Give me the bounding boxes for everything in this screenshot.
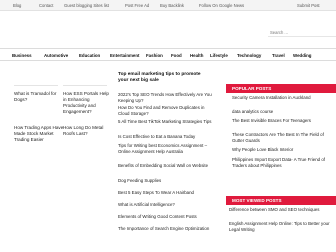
popular-posts-heading: POPULAR POSTS — [226, 84, 336, 93]
nav-item-entertainment[interactable]: Entertainment — [110, 53, 140, 58]
post-link-ess-portals[interactable]: How ESS Portals Help in Enhancing Produc… — [63, 91, 113, 115]
list-item[interactable]: Best 5 Easy Steps To Wear A Hairband — [118, 190, 214, 196]
nav-item-travel[interactable]: Travel — [272, 53, 285, 58]
list-item[interactable]: The Best Invisible Braces For Teenagers — [226, 118, 336, 124]
left-divider — [14, 85, 58, 86]
top-utility-bar: Blog Contact Guest blogging Sites list P… — [0, 0, 336, 11]
list-item[interactable]: Philippines Import Export Data- A True F… — [226, 157, 336, 168]
list-item[interactable]: The Importance of Search Engine Optimiza… — [118, 226, 214, 232]
nav-item-education[interactable]: Education — [79, 53, 100, 58]
topbar-link-google-news[interactable]: Follow On Google News — [199, 3, 244, 8]
list-item[interactable]: Is Cost Effective to Eat a Banana Today — [118, 134, 214, 140]
nav-item-fashion[interactable]: Fashion — [146, 53, 163, 58]
nav-item-wedding[interactable]: Wedding — [293, 53, 311, 58]
list-item[interactable]: English Assignment Help Online: Tips to … — [226, 221, 336, 232]
list-item[interactable]: 5 All Time Best TikTok Marketing Strateg… — [118, 119, 214, 125]
post-link-tramadol[interactable]: What is Tramadol for Dogs? — [14, 91, 64, 103]
nav-item-health[interactable]: Health — [190, 53, 203, 58]
list-item[interactable]: Dog Feeding Supplies — [118, 178, 214, 184]
list-item[interactable]: Difference between SMO and SEO technique… — [226, 207, 336, 213]
list-item[interactable]: 2022's Top SEO Trends How Effectively Ar… — [118, 92, 214, 103]
nav-item-lifestyle[interactable]: Lifestyle — [210, 53, 228, 58]
left-divider-2 — [63, 85, 107, 86]
topbar-link-post-free-ad[interactable]: Post Free Ad — [125, 3, 149, 8]
post-link-metal-roofs[interactable]: How Long Do Metal Roofs Last? — [63, 125, 113, 137]
topbar-link-blog[interactable]: Blog — [13, 3, 21, 8]
topbar-link-guest-blogging[interactable]: Guest blogging Sites list — [64, 3, 109, 8]
nav-item-automotive[interactable]: Automotive — [44, 53, 68, 58]
topbar-link-buy-backlink[interactable]: Buy Backlink — [160, 3, 184, 8]
featured-post-title[interactable]: Top email marketing tips to promote your… — [118, 72, 210, 84]
list-item[interactable]: Why People Love Black Interior — [226, 147, 336, 153]
post-link-trading-apps[interactable]: How Trading Apps Have Made Stock Market … — [14, 125, 64, 143]
list-item[interactable]: Tips for Writing best Economics Assignme… — [118, 143, 214, 154]
most-viewed-heading: MOST VIEWED POSTS — [226, 196, 336, 205]
list-item[interactable]: Security Camera Installation in Auckland — [226, 95, 336, 101]
search-box — [268, 28, 336, 37]
topbar-link-contact[interactable]: Contact — [39, 3, 53, 8]
search-input[interactable] — [268, 28, 336, 37]
list-item[interactable]: data analytics course — [226, 109, 336, 115]
list-item[interactable]: How Do You Find and Remove Duplicates in… — [118, 105, 214, 116]
list-item[interactable]: Benefits of Embedding Social Wall on Web… — [118, 163, 214, 169]
list-item[interactable]: Elements of Writing Good Content Posts — [118, 214, 214, 220]
nav-item-business[interactable]: Business — [12, 53, 32, 58]
nav-item-food[interactable]: Food — [171, 53, 182, 58]
topbar-link-submit-post[interactable]: Submit Post — [297, 3, 320, 8]
category-nav: Business Automotive Education Entertainm… — [0, 48, 336, 61]
list-item[interactable]: What is Artificial Intelligence? — [118, 202, 214, 208]
nav-item-technology[interactable]: Technology — [237, 53, 261, 58]
list-item[interactable]: These Contractors Are The Best In The Fi… — [226, 132, 336, 143]
